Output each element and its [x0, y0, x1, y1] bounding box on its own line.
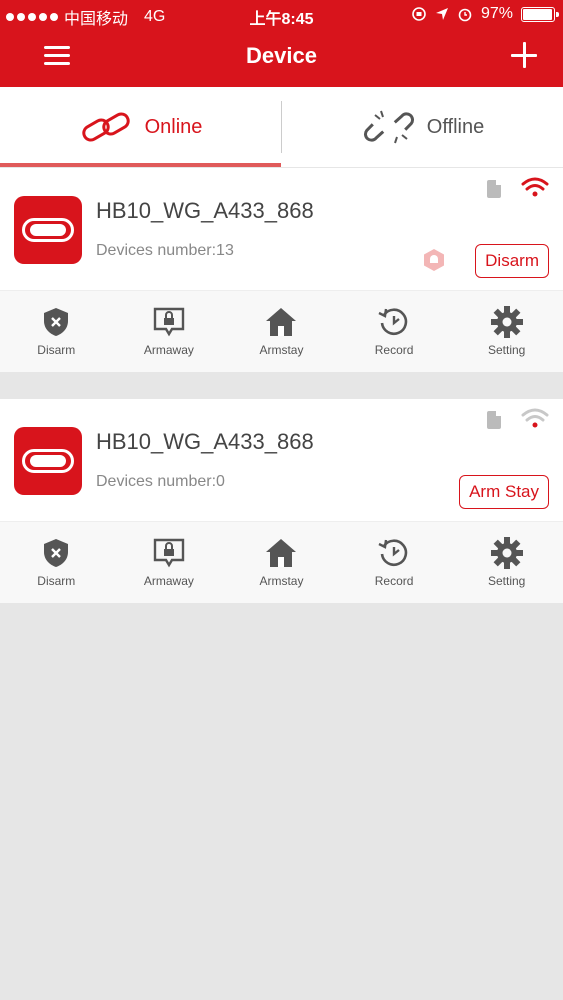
- sim-card-icon: [487, 411, 501, 429]
- link-icon: [81, 112, 130, 142]
- action-record[interactable]: Record: [338, 522, 451, 603]
- tab-online[interactable]: Online: [0, 87, 281, 167]
- action-armaway-label: Armaway: [143, 343, 194, 357]
- home-icon: [266, 539, 297, 567]
- action-armstay[interactable]: Armstay: [225, 522, 338, 603]
- shield-x-icon: [44, 308, 69, 336]
- action-setting-label: Setting: [487, 574, 526, 588]
- device-name: HB10_WG_A433_868: [96, 198, 314, 223]
- history-icon: [378, 308, 408, 336]
- active-tab-indicator: [0, 163, 281, 167]
- shield-x-icon: [44, 539, 69, 567]
- action-armaway-label: Armaway: [143, 574, 194, 588]
- alarm-clock-icon: [458, 8, 472, 22]
- action-disarm[interactable]: Disarm: [0, 291, 113, 372]
- tab-bar: Online Offline: [0, 87, 563, 167]
- device-count: Devices number:13: [96, 242, 234, 259]
- action-setting[interactable]: Setting: [450, 522, 563, 603]
- action-armstay-label: Armstay: [259, 574, 304, 588]
- app-header: 中国移动 4G 上午8:45 97% Device: [0, 0, 563, 87]
- device-name: HB10_WG_A433_868: [96, 429, 314, 454]
- action-armstay-label: Armstay: [259, 343, 304, 357]
- action-armaway[interactable]: Armaway: [113, 291, 226, 372]
- action-setting[interactable]: Setting: [450, 291, 563, 372]
- device-summary[interactable]: HB10_WG_A433_868 Devices number:0 Arm St…: [0, 399, 563, 521]
- gateway-device-icon: [14, 196, 82, 264]
- gear-icon: [490, 306, 523, 338]
- tab-offline[interactable]: Offline: [282, 87, 563, 167]
- device-count: Devices number:0: [96, 473, 225, 490]
- status-bar: 中国移动 4G 上午8:45 97%: [0, 0, 563, 30]
- wifi-signal-icon: [521, 177, 549, 197]
- device-summary[interactable]: HB10_WG_A433_868 Devices number:13 Disar…: [0, 168, 563, 290]
- wifi-signal-icon: [521, 408, 549, 428]
- device-actions: Disarm Armaway Armstay Record Setting: [0, 521, 563, 603]
- history-icon: [378, 539, 408, 567]
- action-record[interactable]: Record: [338, 291, 451, 372]
- orientation-lock-icon: [412, 7, 426, 21]
- broken-link-icon: [363, 110, 414, 144]
- device-card: HB10_WG_A433_868 Devices number:13 Disar…: [0, 168, 563, 372]
- gateway-device-icon: [14, 427, 82, 495]
- battery-icon: [521, 6, 559, 22]
- tab-offline-label: Offline: [426, 115, 485, 138]
- action-setting-label: Setting: [487, 343, 526, 357]
- action-armstay[interactable]: Armstay: [225, 291, 338, 372]
- tab-online-label: Online: [144, 115, 203, 138]
- lock-message-icon: [153, 307, 185, 337]
- action-disarm-label: Disarm: [37, 574, 76, 588]
- battery-percent: 97%: [480, 5, 513, 22]
- sim-card-icon: [487, 180, 501, 198]
- add-device-button[interactable]: [511, 42, 537, 68]
- gear-icon: [490, 537, 523, 569]
- action-armaway[interactable]: Armaway: [113, 522, 226, 603]
- device-card: HB10_WG_A433_868 Devices number:0 Arm St…: [0, 399, 563, 603]
- location-arrow-icon: [435, 8, 448, 20]
- action-disarm[interactable]: Disarm: [0, 522, 113, 603]
- disarm-state-button[interactable]: Disarm: [475, 244, 549, 278]
- device-actions: Disarm Armaway Armstay Record Setting: [0, 290, 563, 372]
- page-title: Device: [246, 43, 317, 68]
- action-record-label: Record: [374, 574, 414, 588]
- home-icon: [266, 308, 297, 336]
- action-disarm-label: Disarm: [37, 343, 76, 357]
- alarm-bell-icon: [424, 249, 444, 271]
- lock-message-icon: [153, 538, 185, 568]
- arm-stay-state-button[interactable]: Arm Stay: [459, 475, 549, 509]
- action-record-label: Record: [374, 343, 414, 357]
